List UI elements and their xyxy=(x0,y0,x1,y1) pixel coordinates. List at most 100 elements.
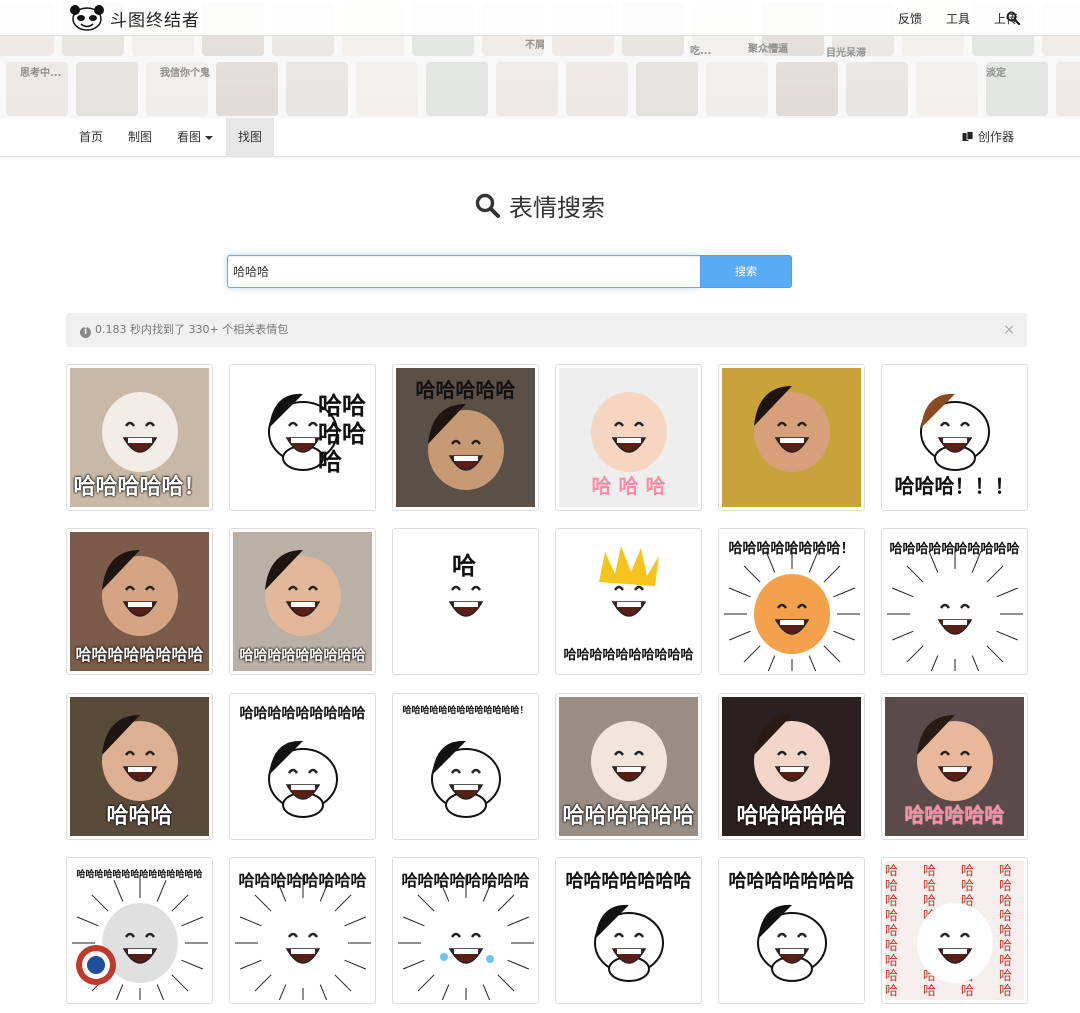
info-icon: i xyxy=(80,327,91,338)
nav-item-home[interactable]: 首页 xyxy=(66,118,116,156)
result-image: 哈哈哈哈哈哈哈哈 xyxy=(396,861,535,1000)
result-card[interactable]: 哈哈哈哈哈哈哈 xyxy=(555,857,702,1004)
result-card[interactable]: 哈哈哈哈哈哈哈哈哈哈 xyxy=(881,528,1028,675)
result-caption: 哈 哈 哈 xyxy=(591,474,666,498)
result-card[interactable]: 哈哈哈哈哈哈哈哈哈 xyxy=(229,528,376,675)
result-image: 哈哈哈哈哈哈哈哈哈哈 xyxy=(885,532,1024,671)
result-image: 哈哈哈哈哈 xyxy=(722,697,861,836)
result-card[interactable]: 哈哈 哈哈 哈 xyxy=(229,364,376,511)
page-title: 表情搜索 xyxy=(0,188,1080,223)
result-caption: 哈哈哈哈哈哈哈哈哈 xyxy=(239,648,366,664)
result-image: 哈哈哈哈哈哈哈哈哈哈哈哈哈哈 xyxy=(70,861,209,1000)
result-image: 哈哈哈哈哈哈哈哈哈哈哈哈哈哈哈哈哈哈哈哈哈哈哈哈哈哈哈哈哈哈哈哈哈哈哈哈哈哈哈哈… xyxy=(885,861,1024,1000)
result-caption: 哈哈哈哈哈！ xyxy=(73,475,206,500)
result-card[interactable]: 哈哈哈哈哈哈哈哈 xyxy=(229,857,376,1004)
site-logo[interactable]: 斗图终结者 xyxy=(68,4,200,32)
result-card[interactable]: 哈哈哈哈哈哈哈 xyxy=(718,857,865,1004)
result-caption: 哈哈哈哈哈哈哈哈 xyxy=(238,871,367,890)
nav-item-browse[interactable]: 看图 xyxy=(164,118,226,156)
svg-text:哈: 哈 xyxy=(885,969,898,984)
result-card[interactable]: 哈哈哈哈哈哈哈哈哈哈哈哈哈哈 xyxy=(66,857,213,1004)
main-nav: 首页 制图 看图 找图 创作器 xyxy=(0,118,1080,157)
result-card[interactable]: 哈哈哈哈哈哈哈哈哈哈哈哈哈！ xyxy=(392,693,539,840)
result-caption: 哈哈哈哈哈 xyxy=(736,804,847,829)
svg-text:哈: 哈 xyxy=(885,924,898,939)
nav-item-browse-label: 看图 xyxy=(176,130,201,144)
result-caption: 哈 xyxy=(452,552,476,580)
result-card[interactable]: 哈哈哈！！！ xyxy=(881,364,1028,511)
results-grid: 哈哈哈哈哈！ 哈哈 哈哈 哈哈哈哈哈哈哈 哈 哈哈哈哈！！！ 哈哈哈哈哈哈哈哈 哈哈哈… xyxy=(66,364,1028,1006)
laughing-face-icon: 哈哈哈哈哈哈哈哈哈哈哈哈哈哈哈哈哈哈哈哈哈哈哈哈哈哈哈哈哈哈哈哈哈哈哈哈 xyxy=(885,864,1012,999)
result-card[interactable]: 哈哈哈哈哈哈 xyxy=(555,693,702,840)
svg-text:哈: 哈 xyxy=(885,909,898,924)
search-input[interactable] xyxy=(227,255,700,288)
header-banner: 不屑聚众懵逼目光呆滞我信你个鬼淡定思考中...吃... 斗图终结者 反馈 工具 … xyxy=(0,0,1080,118)
result-image: 哈哈哈哈哈 xyxy=(396,368,535,507)
nav-item-make[interactable]: 制图 xyxy=(116,118,164,156)
result-caption: 哈哈哈哈哈哈哈 xyxy=(728,871,855,892)
result-caption: 哈哈哈哈哈哈哈哈哈哈 xyxy=(889,542,1020,557)
result-card[interactable]: 哈 哈 哈 xyxy=(555,364,702,511)
result-card[interactable] xyxy=(718,364,865,511)
result-image: 哈 xyxy=(396,532,535,671)
result-image: 哈哈哈哈哈哈哈哈哈哈哈哈哈！ xyxy=(396,697,535,836)
result-card[interactable]: 哈哈哈哈哈哈哈哈 xyxy=(66,528,213,675)
laughing-face-icon xyxy=(72,875,208,1000)
result-caption: 哈哈哈哈哈哈哈哈 xyxy=(401,871,530,890)
result-card[interactable]: 哈哈哈哈哈哈哈哈哈 xyxy=(229,693,376,840)
result-image: 哈 哈 哈 xyxy=(559,368,698,507)
result-image: 哈哈哈哈哈哈哈哈哈 xyxy=(233,532,372,671)
search-button[interactable]: 搜索 xyxy=(700,255,792,288)
result-card[interactable]: 哈哈哈哈哈！ xyxy=(66,364,213,511)
result-card[interactable]: 哈哈哈哈哈哈哈哈！ xyxy=(718,528,865,675)
top-links: 反馈 工具 上传 xyxy=(874,0,1018,36)
top-link-tools[interactable]: 工具 xyxy=(946,10,970,27)
result-info-alert: i 0.183 秒内找到了 330+ 个相关表情包 × xyxy=(66,313,1027,347)
top-bar: 斗图终结者 反馈 工具 上传 xyxy=(0,0,1080,36)
result-caption: 哈哈哈哈哈哈 xyxy=(562,804,695,829)
close-icon[interactable]: × xyxy=(1003,313,1015,347)
search-icon[interactable] xyxy=(1006,10,1022,26)
result-card[interactable]: 哈哈哈哈哈 xyxy=(392,364,539,511)
result-card[interactable]: 哈哈哈 xyxy=(66,693,213,840)
site-logo-text: 斗图终结者 xyxy=(110,10,200,31)
svg-text:哈: 哈 xyxy=(999,909,1012,924)
nav-item-find[interactable]: 找图 xyxy=(226,118,274,156)
result-image: 哈哈 哈哈 哈 xyxy=(233,368,372,507)
creator-link[interactable]: 创作器 xyxy=(962,118,1014,156)
page-title-text: 表情搜索 xyxy=(509,194,605,222)
svg-text:哈: 哈 xyxy=(923,894,936,909)
result-image: 哈哈哈哈哈 xyxy=(885,697,1024,836)
top-link-feedback[interactable]: 反馈 xyxy=(898,10,922,27)
svg-text:哈: 哈 xyxy=(999,939,1012,954)
result-image: 哈哈哈哈哈哈哈哈 xyxy=(233,861,372,1000)
result-card[interactable]: 哈哈哈哈哈哈哈哈哈哈哈哈哈哈哈哈哈哈哈哈哈哈哈哈哈哈哈哈哈哈哈哈哈哈哈哈哈哈哈哈… xyxy=(881,857,1028,1004)
result-image: 哈哈哈哈哈！ xyxy=(70,368,209,507)
result-image: 哈哈哈 xyxy=(70,697,209,836)
result-caption: 哈哈哈哈哈哈哈哈！ xyxy=(728,541,855,557)
svg-text:哈: 哈 xyxy=(999,894,1012,909)
files-icon xyxy=(962,131,974,141)
svg-text:哈: 哈 xyxy=(999,954,1012,969)
result-caption: 哈哈哈哈哈哈哈 xyxy=(565,871,692,892)
result-caption: 哈哈哈哈哈哈哈哈哈哈 xyxy=(563,648,694,663)
result-card[interactable]: 哈哈哈哈哈哈哈哈 xyxy=(392,857,539,1004)
result-image: 哈哈哈哈哈哈哈 xyxy=(559,861,698,1000)
result-card[interactable]: 哈哈哈哈哈 xyxy=(718,693,865,840)
result-caption: 哈哈哈哈哈哈哈哈哈 xyxy=(239,706,366,722)
svg-text:哈: 哈 xyxy=(999,879,1012,894)
result-caption: 哈哈哈 xyxy=(106,804,173,829)
search-icon xyxy=(475,193,500,218)
svg-text:哈: 哈 xyxy=(999,924,1012,939)
result-card[interactable]: 哈哈哈哈哈哈哈哈哈哈 xyxy=(555,528,702,675)
svg-text:哈: 哈 xyxy=(961,984,974,999)
svg-text:哈: 哈 xyxy=(923,879,936,894)
creator-label: 创作器 xyxy=(977,130,1014,144)
result-card[interactable]: 哈 xyxy=(392,528,539,675)
svg-text:哈: 哈 xyxy=(885,939,898,954)
result-caption: 哈哈哈哈哈 xyxy=(904,803,1005,827)
svg-text:哈: 哈 xyxy=(961,879,974,894)
svg-text:哈: 哈 xyxy=(885,879,898,894)
result-card[interactable]: 哈哈哈哈哈 xyxy=(881,693,1028,840)
result-image: 哈哈哈哈哈哈哈哈哈哈 xyxy=(559,532,698,671)
